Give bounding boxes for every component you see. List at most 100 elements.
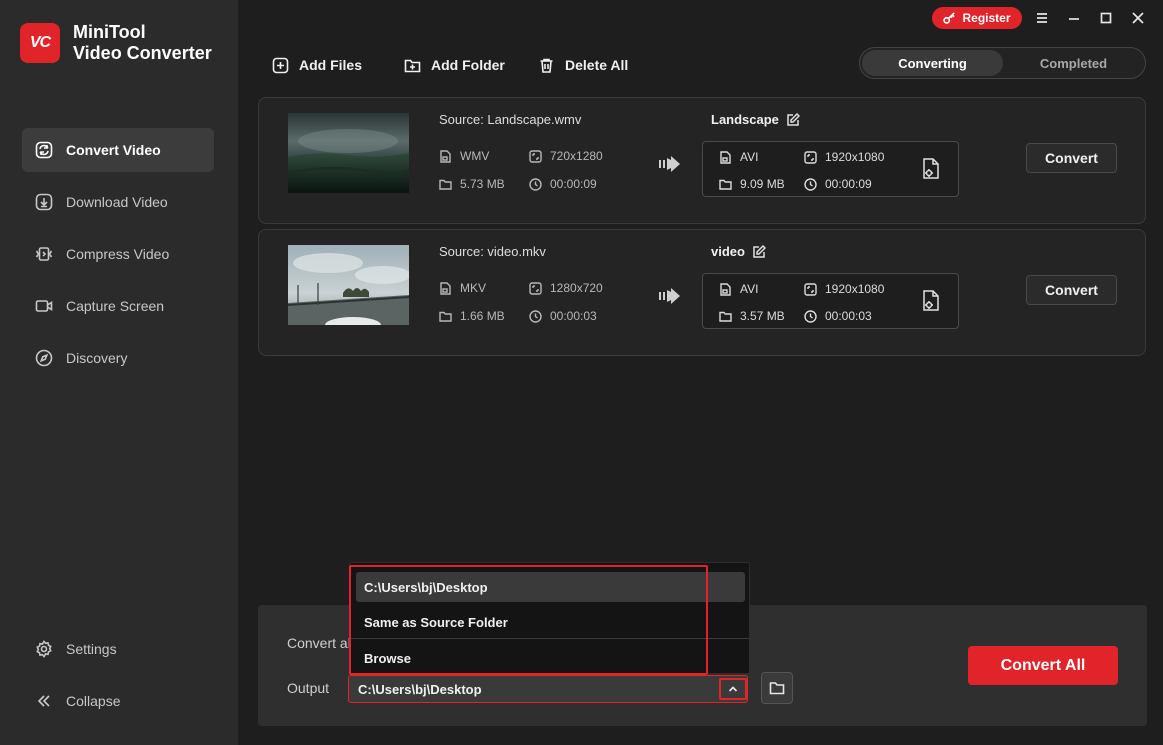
target-filename: Landscape: [711, 112, 800, 127]
folder-icon: [439, 311, 452, 322]
target-filename-text: Landscape: [711, 112, 779, 127]
target-duration: 00:00:09: [804, 177, 872, 191]
clock-icon: [529, 309, 542, 323]
sidebar-item-label: Download Video: [66, 194, 168, 210]
file-format-icon: [720, 150, 731, 164]
source-size: 5.73 MB: [439, 177, 505, 191]
maximize-button[interactable]: [1096, 8, 1116, 28]
target-size-value: 3.57 MB: [740, 309, 785, 323]
app-logo: VC MiniTool Video Converter: [20, 22, 212, 64]
edit-icon[interactable]: [787, 113, 800, 126]
tab-completed[interactable]: Completed: [1003, 50, 1144, 76]
sidebar-item-capture-screen[interactable]: Capture Screen: [22, 284, 214, 328]
close-icon: [1132, 12, 1144, 24]
target-format-box[interactable]: AVI 1920x1080 3.57 MB 00:00:03: [702, 273, 959, 329]
target-format: AVI: [719, 150, 758, 164]
add-folder-button[interactable]: Add Folder: [404, 54, 505, 76]
target-size: 9.09 MB: [719, 177, 785, 191]
target-filename: video: [711, 244, 766, 259]
folder-icon: [769, 682, 785, 695]
clock-icon: [529, 177, 542, 191]
folder-icon: [719, 179, 732, 190]
sidebar-item-label: Capture Screen: [66, 298, 165, 314]
register-button[interactable]: Register: [932, 7, 1022, 29]
trash-icon: [540, 58, 553, 73]
collapse-button[interactable]: Collapse: [22, 679, 214, 723]
source-resolution: 720x1280: [529, 149, 603, 163]
edit-icon[interactable]: [753, 245, 766, 258]
source-size-value: 1.66 MB: [460, 309, 505, 323]
resolution-icon: [804, 282, 817, 296]
add-files-button[interactable]: Add Files: [272, 54, 362, 76]
dropdown-option-same-as-source[interactable]: Same as Source Folder: [356, 607, 745, 637]
tab-converting[interactable]: Converting: [862, 50, 1003, 76]
source-filename: Source: video.mkv: [439, 244, 546, 259]
chevron-up-icon: [728, 686, 738, 692]
source-size-value: 5.73 MB: [460, 177, 505, 191]
target-resolution: 1920x1080: [804, 150, 884, 164]
sidebar: VC MiniTool Video Converter Convert Vide…: [0, 0, 238, 745]
source-duration: 00:00:09: [529, 177, 597, 191]
open-output-folder-button[interactable]: [761, 672, 793, 704]
register-label: Register: [962, 11, 1011, 25]
output-label: Output: [287, 680, 330, 696]
add-folder-label: Add Folder: [431, 57, 505, 73]
add-file-icon: [272, 57, 289, 73]
target-format-value: AVI: [740, 150, 759, 164]
close-button[interactable]: [1128, 8, 1148, 28]
file-settings-icon[interactable]: [921, 158, 941, 180]
file-settings-icon[interactable]: [921, 290, 941, 312]
dropdown-option-browse[interactable]: Browse: [356, 643, 745, 673]
convert-button[interactable]: Convert: [1026, 275, 1117, 305]
output-path-select[interactable]: C:\Users\bj\Desktop: [348, 675, 748, 703]
convert-button[interactable]: Convert: [1026, 143, 1117, 173]
app-name: MiniTool Video Converter: [73, 22, 212, 64]
sidebar-item-label: Compress Video: [66, 246, 170, 262]
hamburger-icon: [1037, 13, 1047, 23]
target-duration: 00:00:03: [804, 309, 872, 323]
folder-icon: [439, 179, 452, 190]
target-format-box[interactable]: AVI 1920x1080 9.09 MB 00:00:09: [702, 141, 959, 197]
convert-arrow-icon: [659, 154, 681, 179]
convert-all-button[interactable]: Convert All: [968, 646, 1118, 685]
source-duration-value: 00:00:03: [550, 309, 597, 323]
resolution-icon: [529, 281, 542, 295]
resolution-icon: [804, 150, 817, 164]
video-thumbnail[interactable]: [288, 245, 409, 325]
dropdown-option-desktop[interactable]: C:\Users\bj\Desktop: [356, 572, 745, 602]
output-dropdown-toggle[interactable]: [719, 678, 747, 700]
gear-icon: [35, 640, 53, 658]
source-resolution-value: 1280x720: [550, 281, 603, 295]
logo-icon: VC: [20, 23, 60, 63]
delete-all-button[interactable]: Delete All: [538, 54, 628, 76]
maximize-icon: [1100, 12, 1112, 24]
source-resolution-value: 720x1280: [550, 149, 603, 163]
status-tabs: Converting Completed: [859, 47, 1146, 79]
sidebar-item-convert-video[interactable]: Convert Video: [22, 128, 214, 172]
target-format: AVI: [719, 282, 758, 296]
add-files-label: Add Files: [299, 57, 363, 73]
app-name-line2: Video Converter: [73, 43, 212, 63]
camera-icon: [35, 297, 53, 315]
sidebar-item-download-video[interactable]: Download Video: [22, 180, 214, 224]
sidebar-item-discovery[interactable]: Discovery: [22, 336, 214, 380]
target-size: 3.57 MB: [719, 309, 785, 323]
settings-button[interactable]: Settings: [22, 627, 214, 671]
source-filename: Source: Landscape.wmv: [439, 112, 582, 127]
convert-arrow-icon: [659, 286, 681, 311]
compress-icon: [35, 245, 53, 263]
source-duration: 00:00:03: [529, 309, 597, 323]
menu-button[interactable]: [1032, 8, 1052, 28]
target-resolution-value: 1920x1080: [825, 150, 885, 164]
settings-label: Settings: [66, 641, 117, 657]
video-thumbnail[interactable]: [288, 113, 409, 193]
target-resolution-value: 1920x1080: [825, 282, 885, 296]
convert-icon: [35, 141, 53, 159]
download-icon: [35, 193, 53, 211]
file-format-icon: [440, 281, 451, 295]
source-size: 1.66 MB: [439, 309, 505, 323]
convert-all-to-label: Convert al: [287, 635, 351, 651]
sidebar-item-compress-video[interactable]: Compress Video: [22, 232, 214, 276]
minimize-button[interactable]: [1064, 8, 1084, 28]
delete-all-label: Delete All: [565, 57, 629, 73]
